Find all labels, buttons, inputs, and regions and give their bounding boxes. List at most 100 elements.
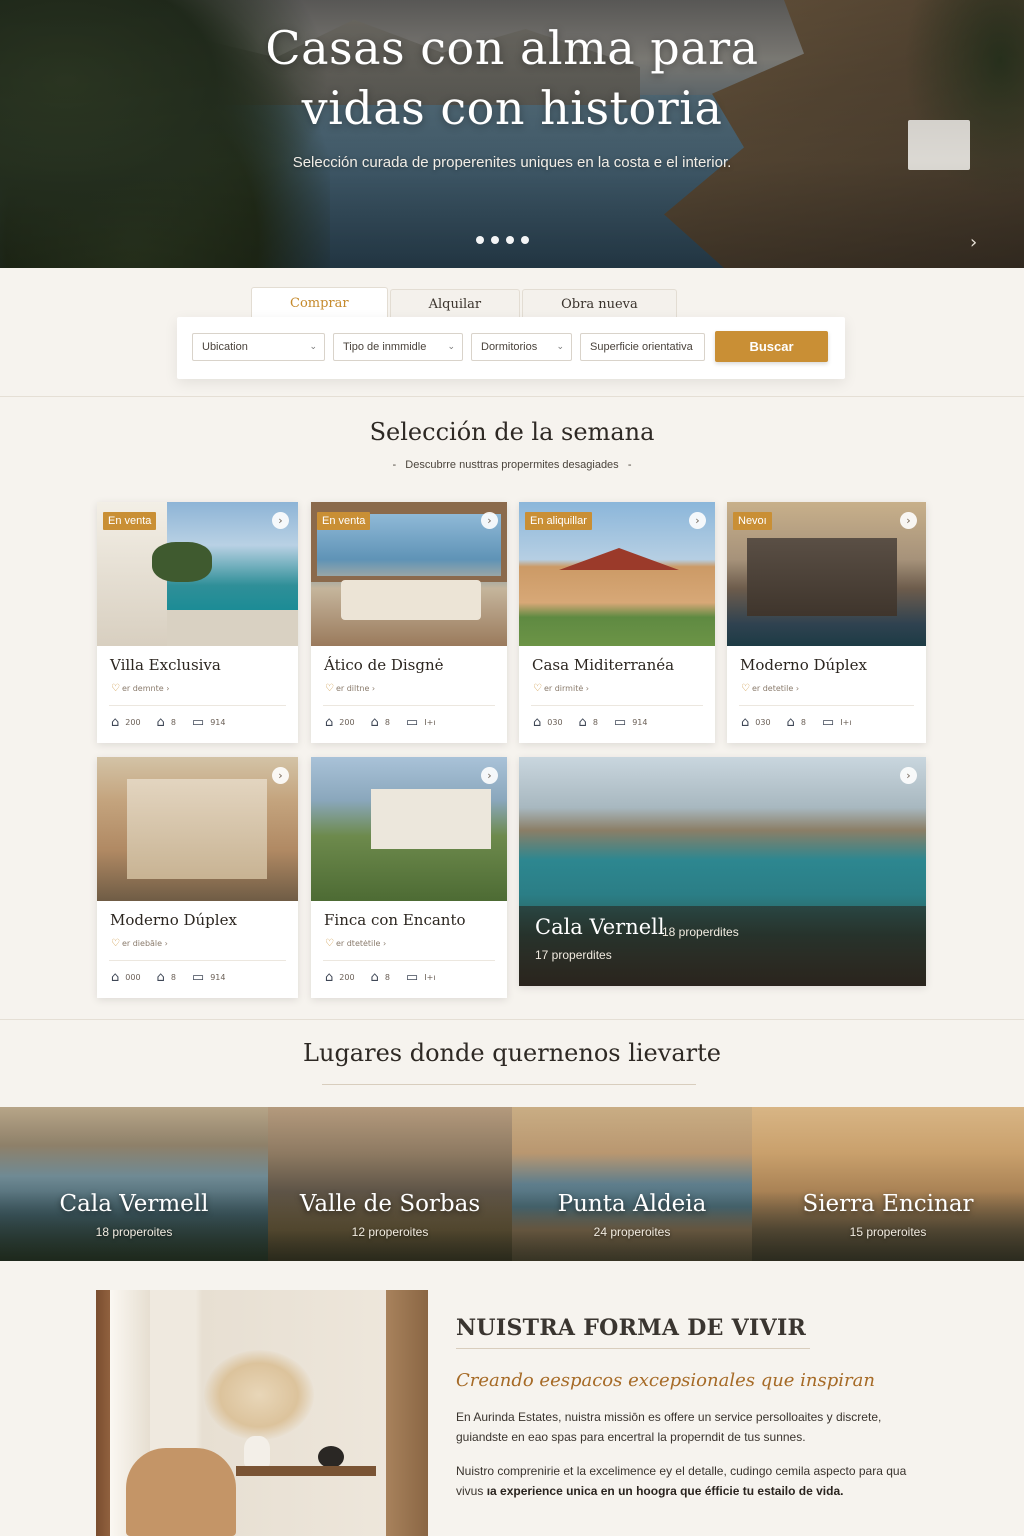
bed-value: 8 — [592, 718, 598, 727]
area-value: 030 — [547, 718, 563, 727]
bath-value: I+ı — [840, 718, 852, 727]
about-paragraph-2: Nuistro comprenirie et la excelimence ey… — [456, 1461, 926, 1501]
bed-icon: ⌂ — [156, 715, 165, 730]
area-value: 200 — [125, 718, 141, 727]
property-features: ⌂ 030 ⌂ 8 ▭ I+ı — [741, 715, 852, 730]
area-icon: ⌂ — [325, 715, 334, 730]
carousel-dot[interactable] — [506, 236, 514, 244]
tab-alquilar[interactable]: Alquilar — [389, 289, 521, 319]
bath-value: 914 — [210, 973, 226, 982]
hero-banner: Casas con alma para vidas con historia Se… — [0, 0, 1024, 268]
bed-value: 8 — [384, 973, 390, 982]
bath-icon: ▭ — [191, 715, 205, 730]
about-paragraph-1: En Aurinda Estates, nuistra missiōn es o… — [456, 1410, 882, 1444]
featured-destination-card[interactable]: › Cala Vernell 18 properdites 17 properd… — [519, 757, 926, 986]
property-features: ⌂ 000 ⌂ 8 ▭ 914 — [111, 970, 225, 985]
heart-icon[interactable]: ♡ — [533, 683, 542, 694]
property-location-text: er diebāle — [121, 939, 163, 948]
bed-icon: ⌂ — [370, 970, 379, 985]
place-name: Punta Aldeia — [557, 1191, 707, 1217]
tab-comprar[interactable]: Comprar — [251, 287, 388, 319]
property-name: Ático de Disgnė — [324, 656, 444, 674]
property-card[interactable]: › Finca con Encanto ♡ er dtetėtile › ⌂ 200… — [311, 757, 507, 998]
area-icon: ⌂ — [111, 715, 120, 730]
bed-feature: ⌂ 8 — [787, 715, 806, 730]
arrow-right-icon[interactable]: › — [272, 512, 289, 529]
place-tile[interactable]: Cala Vermell 18 properoites — [0, 1107, 268, 1261]
destination-count: 18 properdites — [662, 925, 739, 939]
chevron-down-icon: ⌄ — [556, 341, 564, 351]
card-divider — [109, 960, 286, 961]
area-icon: ⌂ — [111, 970, 120, 985]
bed-feature: ⌂ 8 — [579, 715, 598, 730]
area-value: 030 — [755, 718, 771, 727]
bedrooms-select[interactable]: Dormitorios ⌄ — [471, 333, 572, 361]
heart-icon[interactable]: ♡ — [325, 683, 334, 694]
arrow-right-icon[interactable]: › — [900, 512, 917, 529]
heart-icon[interactable]: ♡ — [111, 938, 120, 949]
arrow-right-icon[interactable]: › — [481, 512, 498, 529]
search-button[interactable]: Buscar — [715, 331, 828, 362]
place-tile[interactable]: Valle de Sorbas 12 properoites — [268, 1107, 512, 1261]
card-divider — [109, 705, 286, 706]
area-icon: ⌂ — [325, 970, 334, 985]
bed-feature: ⌂ 8 — [157, 715, 176, 730]
property-name: Villa Exclusiva — [110, 656, 221, 674]
place-name: Cala Vermell — [59, 1191, 209, 1217]
property-name: Moderno Dúplex — [110, 911, 237, 929]
place-tile[interactable]: Sierra Encinar 15 properoites — [752, 1107, 1024, 1261]
place-tile[interactable]: Punta Aldeia 24 properoites — [512, 1107, 752, 1261]
carousel-dot[interactable] — [476, 236, 484, 244]
area-feature: ⌂ 200 — [111, 715, 141, 730]
property-location-text: er dirmitė — [543, 684, 584, 693]
area-icon: ⌂ — [533, 715, 542, 730]
arrow-right-icon[interactable]: › — [900, 767, 917, 784]
bath-icon: ▭ — [613, 715, 627, 730]
chevron-right-icon[interactable]: › — [970, 232, 977, 253]
heart-icon[interactable]: ♡ — [325, 938, 334, 949]
tab-obra-nueva[interactable]: Obra nueva — [522, 289, 677, 319]
surface-input[interactable]: Superficie orientativa — [580, 333, 705, 361]
arrow-right-icon[interactable]: › — [481, 767, 498, 784]
property-location: ♡ er diebāle › — [111, 938, 168, 949]
property-location-text: er demnte — [121, 684, 164, 693]
status-badge: En aliquillar — [525, 512, 592, 530]
featured-title: Selección de la semana — [369, 418, 655, 446]
property-features: ⌂ 200 ⌂ 8 ▭ I+ı — [325, 715, 436, 730]
area-feature: ⌂ 200 — [325, 970, 355, 985]
bath-value: 914 — [210, 718, 226, 727]
property-location: ♡ er demnte › — [111, 683, 170, 694]
property-card[interactable]: En aliquillar › Casa Miditerranéa ♡ er di… — [519, 502, 715, 743]
property-card[interactable]: En venta › Ático de Disgnė ♡ er diltne › … — [311, 502, 507, 743]
bed-value: 8 — [170, 973, 176, 982]
area-feature: ⌂ 000 — [111, 970, 141, 985]
property-location: ♡ er diltne › — [325, 683, 376, 694]
featured-subtitle: - Descubrre nusttras propermites desagia… — [392, 459, 632, 471]
card-divider — [323, 705, 495, 706]
property-type-select[interactable]: Tipo de inmmidle ⌄ — [333, 333, 463, 361]
property-card[interactable]: En venta › Villa Exclusiva ♡ er demnte › … — [97, 502, 298, 743]
property-name: Casa Miditerranéa — [532, 656, 675, 674]
property-features: ⌂ 030 ⌂ 8 ▭ 914 — [533, 715, 647, 730]
chevron-down-icon: ⌄ — [447, 341, 455, 351]
bed-feature: ⌂ 8 — [371, 715, 390, 730]
property-location-text: er diltne — [335, 684, 370, 693]
location-select[interactable]: Ubication ⌄ — [192, 333, 325, 361]
bed-icon: ⌂ — [370, 715, 379, 730]
heart-icon[interactable]: ♡ — [741, 683, 750, 694]
about-divider — [456, 1348, 810, 1349]
area-feature: ⌂ 030 — [533, 715, 563, 730]
search-panel: Ubication ⌄ Tipo de inmmidle ⌄ Dormitorios… — [177, 317, 845, 379]
place-count: 18 properoites — [95, 1225, 173, 1239]
arrow-right-icon[interactable]: › — [689, 512, 706, 529]
bed-feature: ⌂ 8 — [157, 970, 176, 985]
heart-icon[interactable]: ♡ — [111, 683, 120, 694]
property-card[interactable]: Nevoı › Moderno Dúplex ♡ er detetile › ⌂ 0… — [727, 502, 926, 743]
about-subheading: Creando eespacos excepsionales que inspi… — [456, 1370, 875, 1391]
property-location: ♡ er dirmitė › — [533, 683, 589, 694]
card-divider — [739, 705, 914, 706]
carousel-dot[interactable] — [521, 236, 529, 244]
carousel-dot[interactable] — [491, 236, 499, 244]
arrow-right-icon[interactable]: › — [272, 767, 289, 784]
property-card[interactable]: › Moderno Dúplex ♡ er diebāle › ⌂ 000 ⌂ 8 ▭… — [97, 757, 298, 998]
